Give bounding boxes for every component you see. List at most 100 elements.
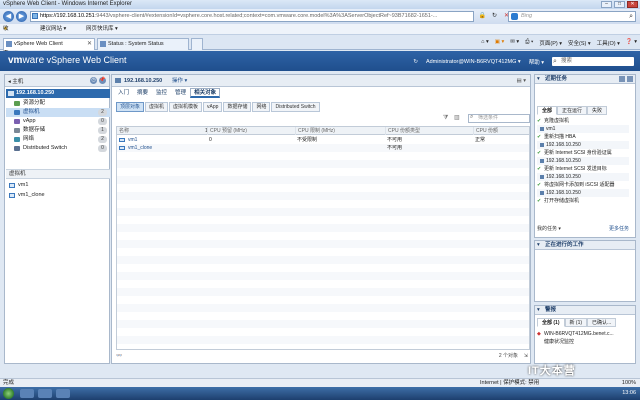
column-header-cpu-shares[interactable]: CPU 份额	[473, 127, 529, 135]
close-icon[interactable]	[627, 76, 633, 82]
tab-all-alarms[interactable]: 全部 (1)	[537, 318, 565, 327]
lock-icon[interactable]: 🔒	[478, 12, 487, 21]
column-header-name[interactable]: 名称	[117, 127, 203, 135]
empty-row	[117, 304, 529, 312]
actions-menu[interactable]: 操作 ▾	[172, 75, 187, 87]
export-icon[interactable]: ⇲	[524, 352, 528, 361]
tab-related-objects[interactable]: 相关对象	[190, 88, 221, 98]
table-row[interactable]: vm1_clone 不可用	[117, 144, 529, 152]
global-search-input[interactable]: 搜索	[552, 57, 634, 66]
mail-icon[interactable]: ✉ ▾	[510, 39, 519, 47]
subtab-vm-templates[interactable]: 虚拟机模板	[169, 102, 203, 112]
binoculars-icon[interactable]: 👓	[116, 353, 122, 359]
table-row[interactable]: vm1 0 不受限制 不可用 正常	[117, 136, 529, 144]
system-clock[interactable]: 13:06	[622, 389, 636, 398]
navigator-host[interactable]: 192.168.10.250	[6, 89, 110, 98]
column-header-cpu-share-type[interactable]: CPU 份额类型	[385, 127, 473, 135]
address-input[interactable]: https://192.168.10.251:9443/vsphere-clie…	[30, 11, 474, 22]
nav-item-distributed-switch[interactable]: Distributed Switch 0	[6, 144, 110, 153]
pin-icon[interactable]	[619, 76, 625, 82]
cmd-page[interactable]: 页面(P) ▾	[539, 39, 562, 47]
tab-running-tasks[interactable]: 正在运行	[557, 106, 588, 115]
back-button[interactable]: ◀	[3, 11, 14, 22]
close-window-button[interactable]: ✕	[627, 1, 638, 8]
start-button[interactable]	[3, 388, 14, 399]
subtab-vapps[interactable]: vApp	[203, 102, 223, 112]
task-target[interactable]: 192.168.10.250	[537, 157, 629, 165]
search-icon[interactable]: ⌕	[629, 12, 633, 21]
task-item[interactable]: 更新 Internet SCSI 发送目标	[537, 165, 629, 173]
ie-taskbar-icon[interactable]	[20, 389, 34, 398]
recent-tasks-header[interactable]: 近期任务	[535, 75, 635, 84]
column-header-cpu-limit[interactable]: CPU 限制 (MHz)	[295, 127, 385, 135]
tab-getting-started[interactable]: 入门	[114, 88, 133, 98]
subtab-datastores[interactable]: 数据存储	[223, 102, 252, 112]
fav-link-webslice[interactable]: 网页快讯库 ▾	[86, 24, 118, 35]
nav-item-vms[interactable]: 虚拟机 2	[6, 108, 110, 117]
subtab-vms[interactable]: 虚拟机	[145, 102, 169, 112]
funnel-icon[interactable]: ⧩	[443, 115, 450, 122]
cmd-safety[interactable]: 安全(S) ▾	[568, 39, 591, 47]
history-icon[interactable]: ◷	[90, 77, 97, 84]
vm-name-cell[interactable]: vm1	[117, 136, 207, 144]
task-item[interactable]: 打开存储虚拟机	[537, 197, 629, 205]
task-item[interactable]: 更新 Internet SCSI 身份验证属	[537, 149, 629, 157]
refresh-icon[interactable]: ↻	[490, 12, 499, 21]
column-header-cpu-reservation[interactable]: CPU 预留 (MHz)	[207, 127, 295, 135]
nav-item-resource-allocation[interactable]: 资源分配	[6, 99, 110, 108]
tab-monitor[interactable]: 监控	[152, 88, 171, 98]
navigator-back-button[interactable]: ◂ 主机	[8, 77, 23, 85]
task-target[interactable]: 192.168.10.250	[537, 141, 629, 149]
browser-search-input[interactable]: Bing ⌕	[508, 11, 636, 22]
tab-all-tasks[interactable]: 全部	[537, 106, 558, 115]
alarm-item[interactable]: ◆ WIN-B6RVQT412MG.benet.c...	[537, 330, 629, 338]
fav-link-suggested[interactable]: 建议网站 ▾	[40, 24, 66, 35]
task-item[interactable]: 重新扫描 HBA	[537, 133, 629, 141]
forward-button[interactable]: ▶	[16, 11, 27, 22]
nav-item-vapp[interactable]: vApp 0	[6, 117, 110, 126]
alarm-detail[interactable]: 健康状况监控	[537, 338, 629, 346]
maximize-button[interactable]: □	[614, 1, 625, 8]
task-target[interactable]: vm1	[537, 125, 629, 133]
subtab-distributed-switches[interactable]: Distributed Switch	[271, 102, 320, 112]
print-icon[interactable]: ⎙ ▾	[525, 39, 533, 47]
alarms-header[interactable]: 警报	[535, 306, 635, 315]
tab-acknowledged-alarms[interactable]: 已确认...	[587, 318, 617, 327]
feeds-icon[interactable]: ▣ ▾	[495, 39, 505, 47]
navigator-vm-item[interactable]: vm1	[6, 181, 110, 190]
tab-vsphere[interactable]: vSphere Web Client ✕	[3, 38, 95, 50]
explorer-taskbar-icon[interactable]	[38, 389, 52, 398]
subtab-networks[interactable]: 网络	[252, 102, 271, 112]
new-tab-button[interactable]	[191, 38, 203, 50]
task-target[interactable]: 192.168.10.250	[537, 189, 629, 197]
tab-failed-tasks[interactable]: 失败	[587, 106, 608, 115]
navigator-vm-item[interactable]: vm1_clone	[6, 191, 110, 200]
minimize-button[interactable]: –	[601, 1, 612, 8]
task-item[interactable]: 克隆虚拟机	[537, 117, 629, 125]
task-target[interactable]: 192.168.10.250	[537, 173, 629, 181]
console-taskbar-icon[interactable]	[56, 389, 70, 398]
vm-name-cell[interactable]: vm1_clone	[117, 144, 207, 152]
columns-icon[interactable]: ▥	[454, 115, 461, 122]
my-tasks-menu[interactable]: 我的任务 ▾	[537, 226, 561, 232]
nav-item-datastores[interactable]: 数据存储 1	[6, 126, 110, 135]
cmd-help[interactable]: ❓ ▾	[626, 39, 637, 47]
nav-item-networks[interactable]: 网络 2	[6, 135, 110, 144]
refresh-icon[interactable]: ↻	[413, 59, 418, 65]
tab-close-icon[interactable]: ✕	[87, 39, 92, 50]
pin-icon[interactable]: 📌	[99, 77, 106, 84]
recent-tasks-title: 近期任务	[545, 76, 568, 82]
home-cmd-icon[interactable]: ⌂ ▾	[481, 39, 489, 47]
more-tasks-link[interactable]: 更多任务	[609, 225, 629, 233]
work-in-progress-header[interactable]: 正在进行的工作	[535, 241, 635, 250]
task-item[interactable]: 将虚拟网卡添加到 iSCSI 适配器	[537, 181, 629, 189]
tab-new-alarms[interactable]: 新 (1)	[564, 318, 588, 327]
tab-status[interactable]: Status : System Status	[97, 38, 189, 50]
filter-input[interactable]: 筛选条件	[468, 114, 530, 123]
subtab-top-level-objects[interactable]: 顶层对象	[116, 102, 145, 112]
help-menu[interactable]: 帮助 ▾	[529, 58, 544, 66]
cmd-tools[interactable]: 工具(O) ▾	[597, 39, 620, 47]
tab-manage[interactable]: 管理	[171, 88, 190, 98]
tab-summary[interactable]: 摘要	[133, 88, 152, 98]
user-menu[interactable]: Administrator@WIN-B6RVQT412MG ▾	[426, 59, 521, 65]
